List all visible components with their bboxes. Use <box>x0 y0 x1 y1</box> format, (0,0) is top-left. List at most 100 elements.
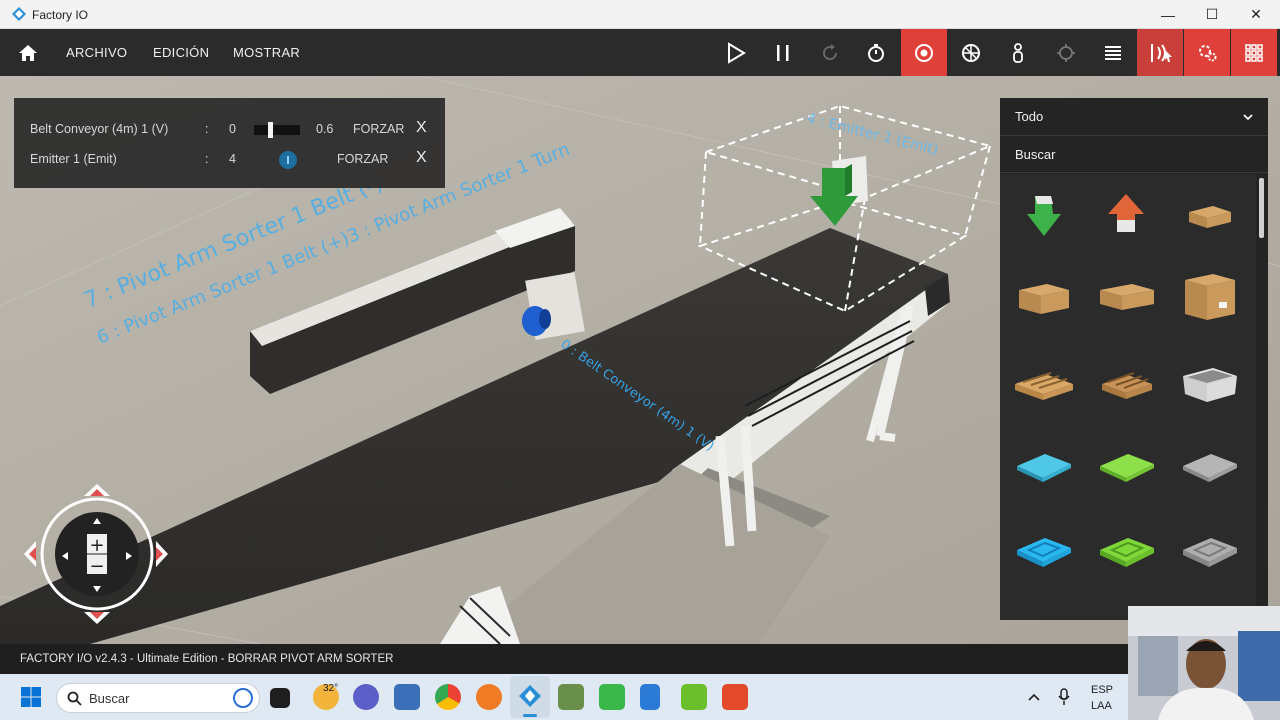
force-label: Emitter 1 (Emit) <box>30 152 117 166</box>
orbit-camera-button[interactable] <box>901 29 947 76</box>
force-value: 4 <box>229 152 236 166</box>
app-menu-bar: ARCHIVO EDICIÓN MOSTRAR <box>0 29 1280 76</box>
crate-icon[interactable] <box>1169 342 1249 422</box>
sensor-tags-button[interactable] <box>1137 29 1183 76</box>
play-button[interactable] <box>713 29 759 76</box>
green-plate-icon[interactable] <box>1086 426 1166 506</box>
scrollbar-thumb[interactable] <box>1259 178 1264 238</box>
metal-base-icon[interactable] <box>1169 510 1249 590</box>
category-filter[interactable]: Todo <box>1000 98 1268 136</box>
reset-icon <box>823 43 838 60</box>
integer-knob-icon[interactable] <box>279 151 297 169</box>
chevron-up-icon[interactable] <box>1028 692 1040 702</box>
first-person-icon <box>1013 42 1023 63</box>
force-separator: : <box>205 152 209 166</box>
firefox-icon[interactable] <box>476 684 502 710</box>
maximize-button[interactable]: ☐ <box>1190 0 1234 29</box>
orbit-camera-icon <box>915 43 933 62</box>
factory-io-logo-icon <box>12 7 26 21</box>
windows-start-icon[interactable] <box>20 686 42 708</box>
maximize-icon: ☐ <box>1205 6 1219 22</box>
close-icon: ✕ <box>1250 6 1262 22</box>
small-box-icon[interactable] <box>1169 174 1249 254</box>
force-row-emitter: Emitter 1 (Emit) : 4 FORZAR X <box>14 144 445 174</box>
bing-icon <box>233 688 253 708</box>
grid-icon <box>1245 43 1263 62</box>
notepad-icon[interactable] <box>640 684 660 710</box>
orange-up-arrow-icon[interactable] <box>1086 174 1166 254</box>
force-row-belt-conveyor: Belt Conveyor (4m) 1 (V) : 0 0.6 FORZAR … <box>14 114 445 144</box>
close-button[interactable]: ✕ <box>1234 0 1278 29</box>
pause-button[interactable] <box>760 29 806 76</box>
pallet-icon[interactable] <box>1086 342 1166 422</box>
fly-camera-button[interactable] <box>948 29 994 76</box>
chrome-icon[interactable] <box>435 684 461 710</box>
remove-force-icon[interactable]: X <box>416 149 427 167</box>
camtasia-icon[interactable] <box>599 684 625 710</box>
crosshair-icon <box>1057 43 1075 62</box>
stopwatch-icon <box>868 43 884 62</box>
remove-force-icon[interactable]: X <box>416 119 427 137</box>
svg-text:−: − <box>89 556 104 577</box>
palette-button[interactable] <box>1231 29 1277 76</box>
status-text: FACTORY I/O v2.4.3 - Ultimate Edition - … <box>20 653 394 665</box>
settings-icon[interactable] <box>681 684 707 710</box>
gears-icon <box>1199 44 1217 61</box>
menu-mostrar[interactable]: MOSTRAR <box>233 45 300 60</box>
list-button[interactable] <box>1090 29 1136 76</box>
teams-icon[interactable] <box>353 684 379 710</box>
window-title: Factory IO <box>32 8 89 22</box>
festo-icon[interactable] <box>394 684 420 710</box>
green-base-icon[interactable] <box>1086 510 1166 590</box>
minimize-icon: — <box>1161 6 1175 23</box>
large-box-icon[interactable] <box>1169 258 1249 338</box>
photos-icon[interactable] <box>558 684 584 710</box>
menu-edicion[interactable]: EDICIÓN <box>153 45 209 60</box>
palette-search-input[interactable]: Buscar <box>1000 137 1268 173</box>
desktop-app-icon[interactable] <box>270 688 290 708</box>
language-code[interactable]: ESP <box>1091 684 1113 696</box>
first-person-button[interactable] <box>995 29 1041 76</box>
play-icon <box>728 41 746 64</box>
force-max-text: 0.6 <box>316 122 334 136</box>
pallet-icon[interactable] <box>1003 342 1083 422</box>
box-icon[interactable] <box>1003 258 1083 338</box>
timer-button[interactable] <box>853 29 899 76</box>
force-value: 0 <box>229 122 236 136</box>
home-icon[interactable] <box>16 41 40 65</box>
taskbar-search-placeholder: Buscar <box>89 691 130 706</box>
factory-io-taskbar-button[interactable] <box>510 676 550 718</box>
svg-text:+: + <box>89 535 104 556</box>
sensor-tag-icon <box>1151 43 1172 62</box>
palette-scrollbar[interactable] <box>1256 174 1268 620</box>
status-bar: FACTORY I/O v2.4.3 - Ultimate Edition - … <box>0 644 1280 674</box>
crosshair-button[interactable] <box>1043 29 1089 76</box>
list-icon <box>1105 45 1121 60</box>
microphone-icon[interactable] <box>1058 688 1070 706</box>
slider-thumb[interactable] <box>268 122 273 138</box>
webcam-overlay <box>1128 606 1280 720</box>
windows-taskbar: Buscar 32° ESP LAA <box>0 674 1280 720</box>
keyboard-layout[interactable]: LAA <box>1091 700 1112 712</box>
metal-plate-icon[interactable] <box>1169 426 1249 506</box>
box-icon[interactable] <box>1086 258 1166 338</box>
minimize-button[interactable]: — <box>1146 0 1190 29</box>
drivers-button[interactable] <box>1184 29 1230 76</box>
force-slider[interactable] <box>254 122 300 138</box>
presenter-video <box>1128 606 1280 720</box>
force-button[interactable]: FORZAR <box>337 152 388 166</box>
palette-search-placeholder: Buscar <box>1015 147 1056 162</box>
codesys-icon[interactable] <box>722 684 748 710</box>
green-down-arrow-icon[interactable] <box>1003 174 1083 254</box>
taskbar-search-input[interactable]: Buscar <box>56 683 260 713</box>
blue-base-icon[interactable] <box>1003 510 1083 590</box>
reset-button[interactable] <box>807 29 853 76</box>
fly-camera-icon <box>962 43 980 62</box>
blue-plate-icon[interactable] <box>1003 426 1083 506</box>
menu-archivo[interactable]: ARCHIVO <box>66 45 127 60</box>
palette-grid <box>1000 174 1256 620</box>
force-button[interactable]: FORZAR <box>353 122 404 136</box>
parts-palette: Todo Buscar <box>1000 98 1268 620</box>
chevron-down-icon <box>1243 114 1253 121</box>
force-values-panel: Belt Conveyor (4m) 1 (V) : 0 0.6 FORZAR … <box>14 98 445 188</box>
